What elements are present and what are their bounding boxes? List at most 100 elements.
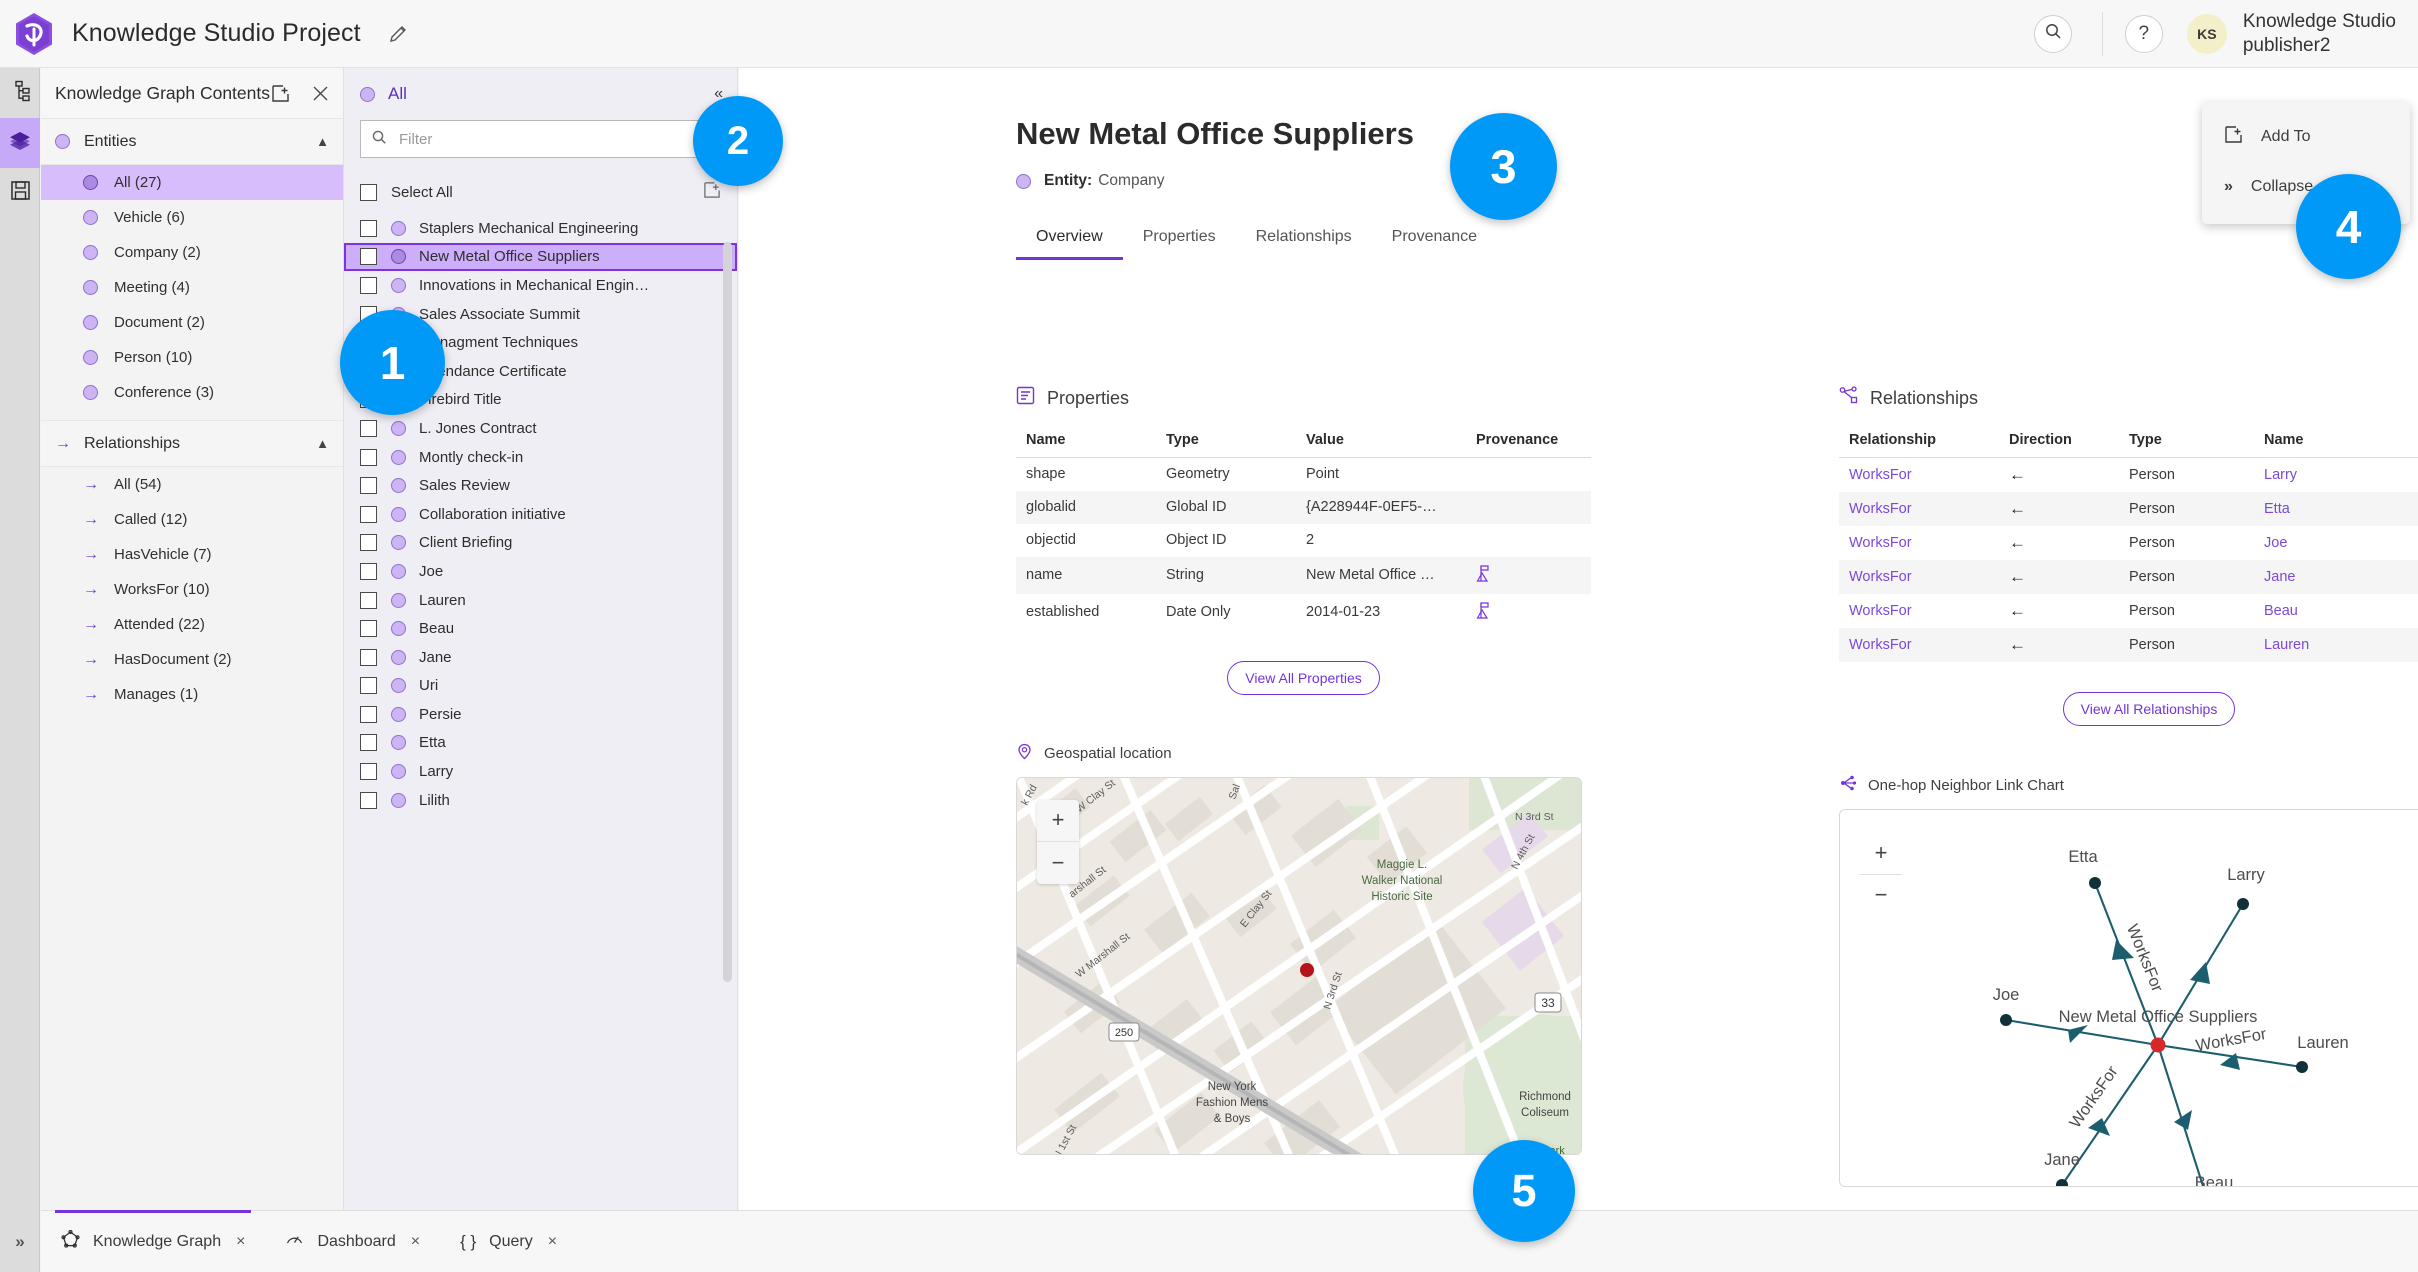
- rail-item-layers[interactable]: [0, 118, 40, 168]
- list-item-checkbox[interactable]: [360, 734, 377, 752]
- chevron-up-icon[interactable]: ▲: [316, 436, 329, 451]
- tab-overview[interactable]: Overview: [1016, 228, 1123, 260]
- list-item-checkbox[interactable]: [360, 591, 377, 609]
- entity-list-scrollbar[interactable]: [723, 242, 732, 982]
- tab-properties[interactable]: Properties: [1123, 228, 1236, 260]
- map-zoom-in-button[interactable]: +: [1037, 800, 1079, 842]
- menu-item-add-to[interactable]: Add To: [2202, 112, 2410, 162]
- pencil-icon[interactable]: [387, 23, 409, 45]
- list-item[interactable]: Uri: [344, 672, 737, 701]
- rail-item-org-chart[interactable]: [0, 68, 40, 118]
- sidebar-item-rel-manages[interactable]: → Manages (1): [41, 677, 343, 712]
- list-item-checkbox[interactable]: [360, 562, 377, 580]
- cell-name[interactable]: Larry: [2254, 458, 2418, 493]
- list-item-checkbox[interactable]: [360, 505, 377, 523]
- relationships-section-header[interactable]: → Relationships ▲: [41, 420, 343, 467]
- app-logo[interactable]: [0, 0, 68, 68]
- list-item-checkbox[interactable]: [360, 477, 377, 495]
- list-item[interactable]: Lauren: [344, 586, 737, 615]
- list-item[interactable]: Staplers Mechanical Engineering: [344, 214, 737, 243]
- provenance-icon[interactable]: [1476, 564, 1493, 587]
- cell-name[interactable]: Jane: [2254, 560, 2418, 594]
- cell-relationship[interactable]: WorksFor: [1839, 560, 1999, 594]
- tab-relationships[interactable]: Relationships: [1236, 228, 1372, 260]
- list-item[interactable]: Client Briefing: [344, 529, 737, 558]
- cell-name[interactable]: Beau: [2254, 594, 2418, 628]
- list-item-checkbox[interactable]: [360, 705, 377, 723]
- cell-relationship[interactable]: WorksFor: [1839, 526, 1999, 560]
- cell-relationship[interactable]: WorksFor: [1839, 458, 1999, 493]
- search-button[interactable]: [2033, 14, 2072, 53]
- cell-relationship[interactable]: WorksFor: [1839, 492, 1999, 526]
- list-item[interactable]: Joe: [344, 557, 737, 586]
- view-all-relationships-button[interactable]: View All Relationships: [2062, 692, 2236, 726]
- close-icon[interactable]: ×: [236, 1233, 245, 1251]
- link-chart-view[interactable]: + − Etta Larry Joe Lauren Jane Beau New …: [1839, 809, 2418, 1187]
- sidebar-item-rel-called[interactable]: → Called (12): [41, 502, 343, 537]
- cell-name[interactable]: Etta: [2254, 492, 2418, 526]
- bottom-tab-dashboard[interactable]: Dashboard ×: [265, 1211, 440, 1272]
- sidebar-item-rel-worksfor[interactable]: → WorksFor (10): [41, 572, 343, 607]
- rail-item-save[interactable]: [0, 168, 40, 218]
- cell-relationship[interactable]: WorksFor: [1839, 594, 1999, 628]
- add-to-icon[interactable]: [703, 181, 721, 204]
- sidebar-item-rel-attended[interactable]: → Attended (22): [41, 607, 343, 642]
- list-item-checkbox[interactable]: [360, 276, 377, 294]
- sidebar-item-rel-all[interactable]: → All (54): [41, 467, 343, 502]
- sidebar-item-entity-vehicle[interactable]: Vehicle (6): [41, 200, 343, 235]
- chevron-up-icon[interactable]: ▲: [316, 134, 329, 149]
- select-all-checkbox[interactable]: [360, 183, 377, 201]
- list-item[interactable]: L. Jones Contract: [344, 414, 737, 443]
- close-icon[interactable]: ×: [411, 1233, 420, 1251]
- filter-input[interactable]: [399, 130, 710, 148]
- sidebar-item-entity-document[interactable]: Document (2): [41, 305, 343, 340]
- list-item[interactable]: Jane: [344, 643, 737, 672]
- help-button[interactable]: ?: [2124, 14, 2163, 53]
- bottom-tab-query[interactable]: { } Query ×: [440, 1211, 577, 1272]
- list-item[interactable]: Innovations in Mechanical Engin…: [344, 271, 737, 300]
- cell-relationship[interactable]: WorksFor: [1839, 628, 1999, 662]
- sidebar-item-rel-hasvehicle[interactable]: → HasVehicle (7): [41, 537, 343, 572]
- list-item-checkbox[interactable]: [360, 534, 377, 552]
- entities-section-header[interactable]: Entities ▲: [41, 118, 343, 165]
- list-item-checkbox[interactable]: [360, 219, 377, 237]
- add-to-icon[interactable]: [271, 84, 290, 103]
- list-item[interactable]: Sales Review: [344, 471, 737, 500]
- list-item-checkbox[interactable]: [360, 448, 377, 466]
- list-item-checkbox[interactable]: [360, 763, 377, 781]
- list-item-checkbox[interactable]: [360, 419, 377, 437]
- list-item-checkbox[interactable]: [360, 248, 377, 266]
- sidebar-item-entity-all[interactable]: All (27): [41, 165, 343, 200]
- sidebar-item-entity-company[interactable]: Company (2): [41, 235, 343, 270]
- close-icon[interactable]: [312, 85, 329, 102]
- avatar[interactable]: KS: [2186, 13, 2227, 54]
- list-item[interactable]: Montly check-in: [344, 443, 737, 472]
- list-item[interactable]: New Metal Office Suppliers: [344, 242, 737, 272]
- sidebar-item-entity-person[interactable]: Person (10): [41, 340, 343, 375]
- list-item-checkbox[interactable]: [360, 791, 377, 809]
- list-item[interactable]: Etta: [344, 729, 737, 758]
- chart-zoom-out-button[interactable]: −: [1860, 875, 1902, 917]
- bottom-tab-knowledge-graph[interactable]: Knowledge Graph ×: [41, 1209, 265, 1272]
- map-zoom-out-button[interactable]: −: [1037, 842, 1079, 884]
- sidebar-item-rel-hasdocument[interactable]: → HasDocument (2): [41, 642, 343, 677]
- list-item-checkbox[interactable]: [360, 677, 377, 695]
- rail-expand-button[interactable]: »: [0, 1222, 40, 1262]
- cell-name[interactable]: Joe: [2254, 526, 2418, 560]
- list-item-checkbox[interactable]: [360, 620, 377, 638]
- list-item[interactable]: Collaboration initiative: [344, 500, 737, 529]
- tab-provenance[interactable]: Provenance: [1372, 228, 1497, 260]
- close-icon[interactable]: ×: [548, 1233, 557, 1251]
- list-item[interactable]: Beau: [344, 614, 737, 643]
- list-item[interactable]: Larry: [344, 757, 737, 786]
- provenance-icon[interactable]: [1476, 601, 1493, 624]
- sidebar-item-entity-meeting[interactable]: Meeting (4): [41, 270, 343, 305]
- list-item[interactable]: Persie: [344, 700, 737, 729]
- map-view[interactable]: + − k Rd W Clay St Sal N 3rd St N 4th St…: [1016, 776, 1582, 1155]
- chart-zoom-in-button[interactable]: +: [1860, 832, 1902, 875]
- list-item-checkbox[interactable]: [360, 648, 377, 666]
- list-item[interactable]: Lilith: [344, 786, 737, 815]
- select-all-row[interactable]: Select All: [344, 170, 737, 214]
- sidebar-item-entity-conference[interactable]: Conference (3): [41, 375, 343, 410]
- filter-box[interactable]: [360, 120, 721, 158]
